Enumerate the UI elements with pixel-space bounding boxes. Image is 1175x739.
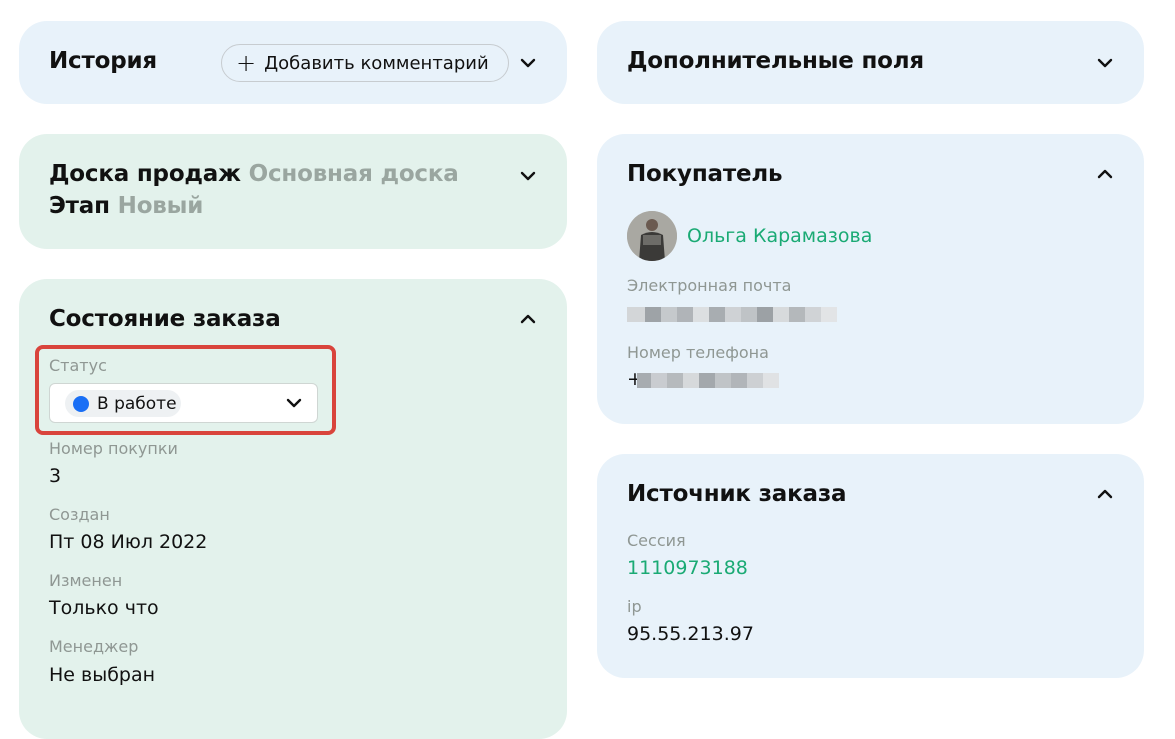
chevron-up-icon[interactable]	[1095, 164, 1115, 184]
order-state-title: Состояние заказа	[49, 306, 281, 332]
board-label: Доска продаж Основная доска	[49, 161, 459, 187]
email-value-blurred	[627, 307, 837, 322]
sales-board-card	[19, 134, 567, 249]
purchase-number-label: Номер покупки	[49, 439, 178, 458]
stage-label: Этап Новый	[49, 193, 203, 219]
purchase-number-value: 3	[49, 465, 62, 487]
ip-value: 95.55.213.97	[627, 623, 754, 645]
phone-value-blurred	[637, 373, 779, 388]
created-label: Создан	[49, 505, 110, 524]
add-comment-label: Добавить комментарий	[264, 52, 489, 74]
session-link[interactable]: 1110973188	[627, 557, 748, 579]
manager-value[interactable]: Не выбран	[49, 664, 155, 686]
stage-label-text: Этап	[49, 193, 110, 219]
buyer-name-link[interactable]: Ольга Карамазова	[687, 225, 872, 247]
chevron-down-icon[interactable]	[1095, 53, 1115, 73]
board-value: Основная доска	[248, 161, 459, 187]
chevron-down-icon[interactable]	[518, 166, 538, 186]
created-value: Пт 08 Июл 2022	[49, 531, 208, 553]
avatar[interactable]	[627, 211, 677, 261]
modified-value: Только что	[49, 597, 159, 619]
chevron-up-icon[interactable]	[518, 309, 538, 329]
history-title: История	[49, 48, 157, 74]
order-source-title: Источник заказа	[627, 481, 847, 507]
buyer-title: Покупатель	[627, 161, 783, 187]
email-label: Электронная почта	[627, 276, 792, 295]
phone-label: Номер телефона	[627, 343, 769, 362]
extra-fields-title: Дополнительные поля	[627, 48, 924, 74]
add-comment-button[interactable]: + Добавить комментарий	[221, 44, 509, 82]
board-label-text: Доска продаж	[49, 161, 241, 187]
chevron-down-icon[interactable]	[518, 53, 538, 73]
stage-value: Новый	[117, 193, 204, 219]
status-highlight	[35, 345, 336, 435]
session-label: Сессия	[627, 531, 686, 550]
ip-label: ip	[627, 597, 642, 616]
modified-label: Изменен	[49, 571, 123, 590]
manager-label: Менеджер	[49, 637, 139, 656]
chevron-up-icon[interactable]	[1095, 484, 1115, 504]
plus-icon: +	[236, 49, 257, 77]
